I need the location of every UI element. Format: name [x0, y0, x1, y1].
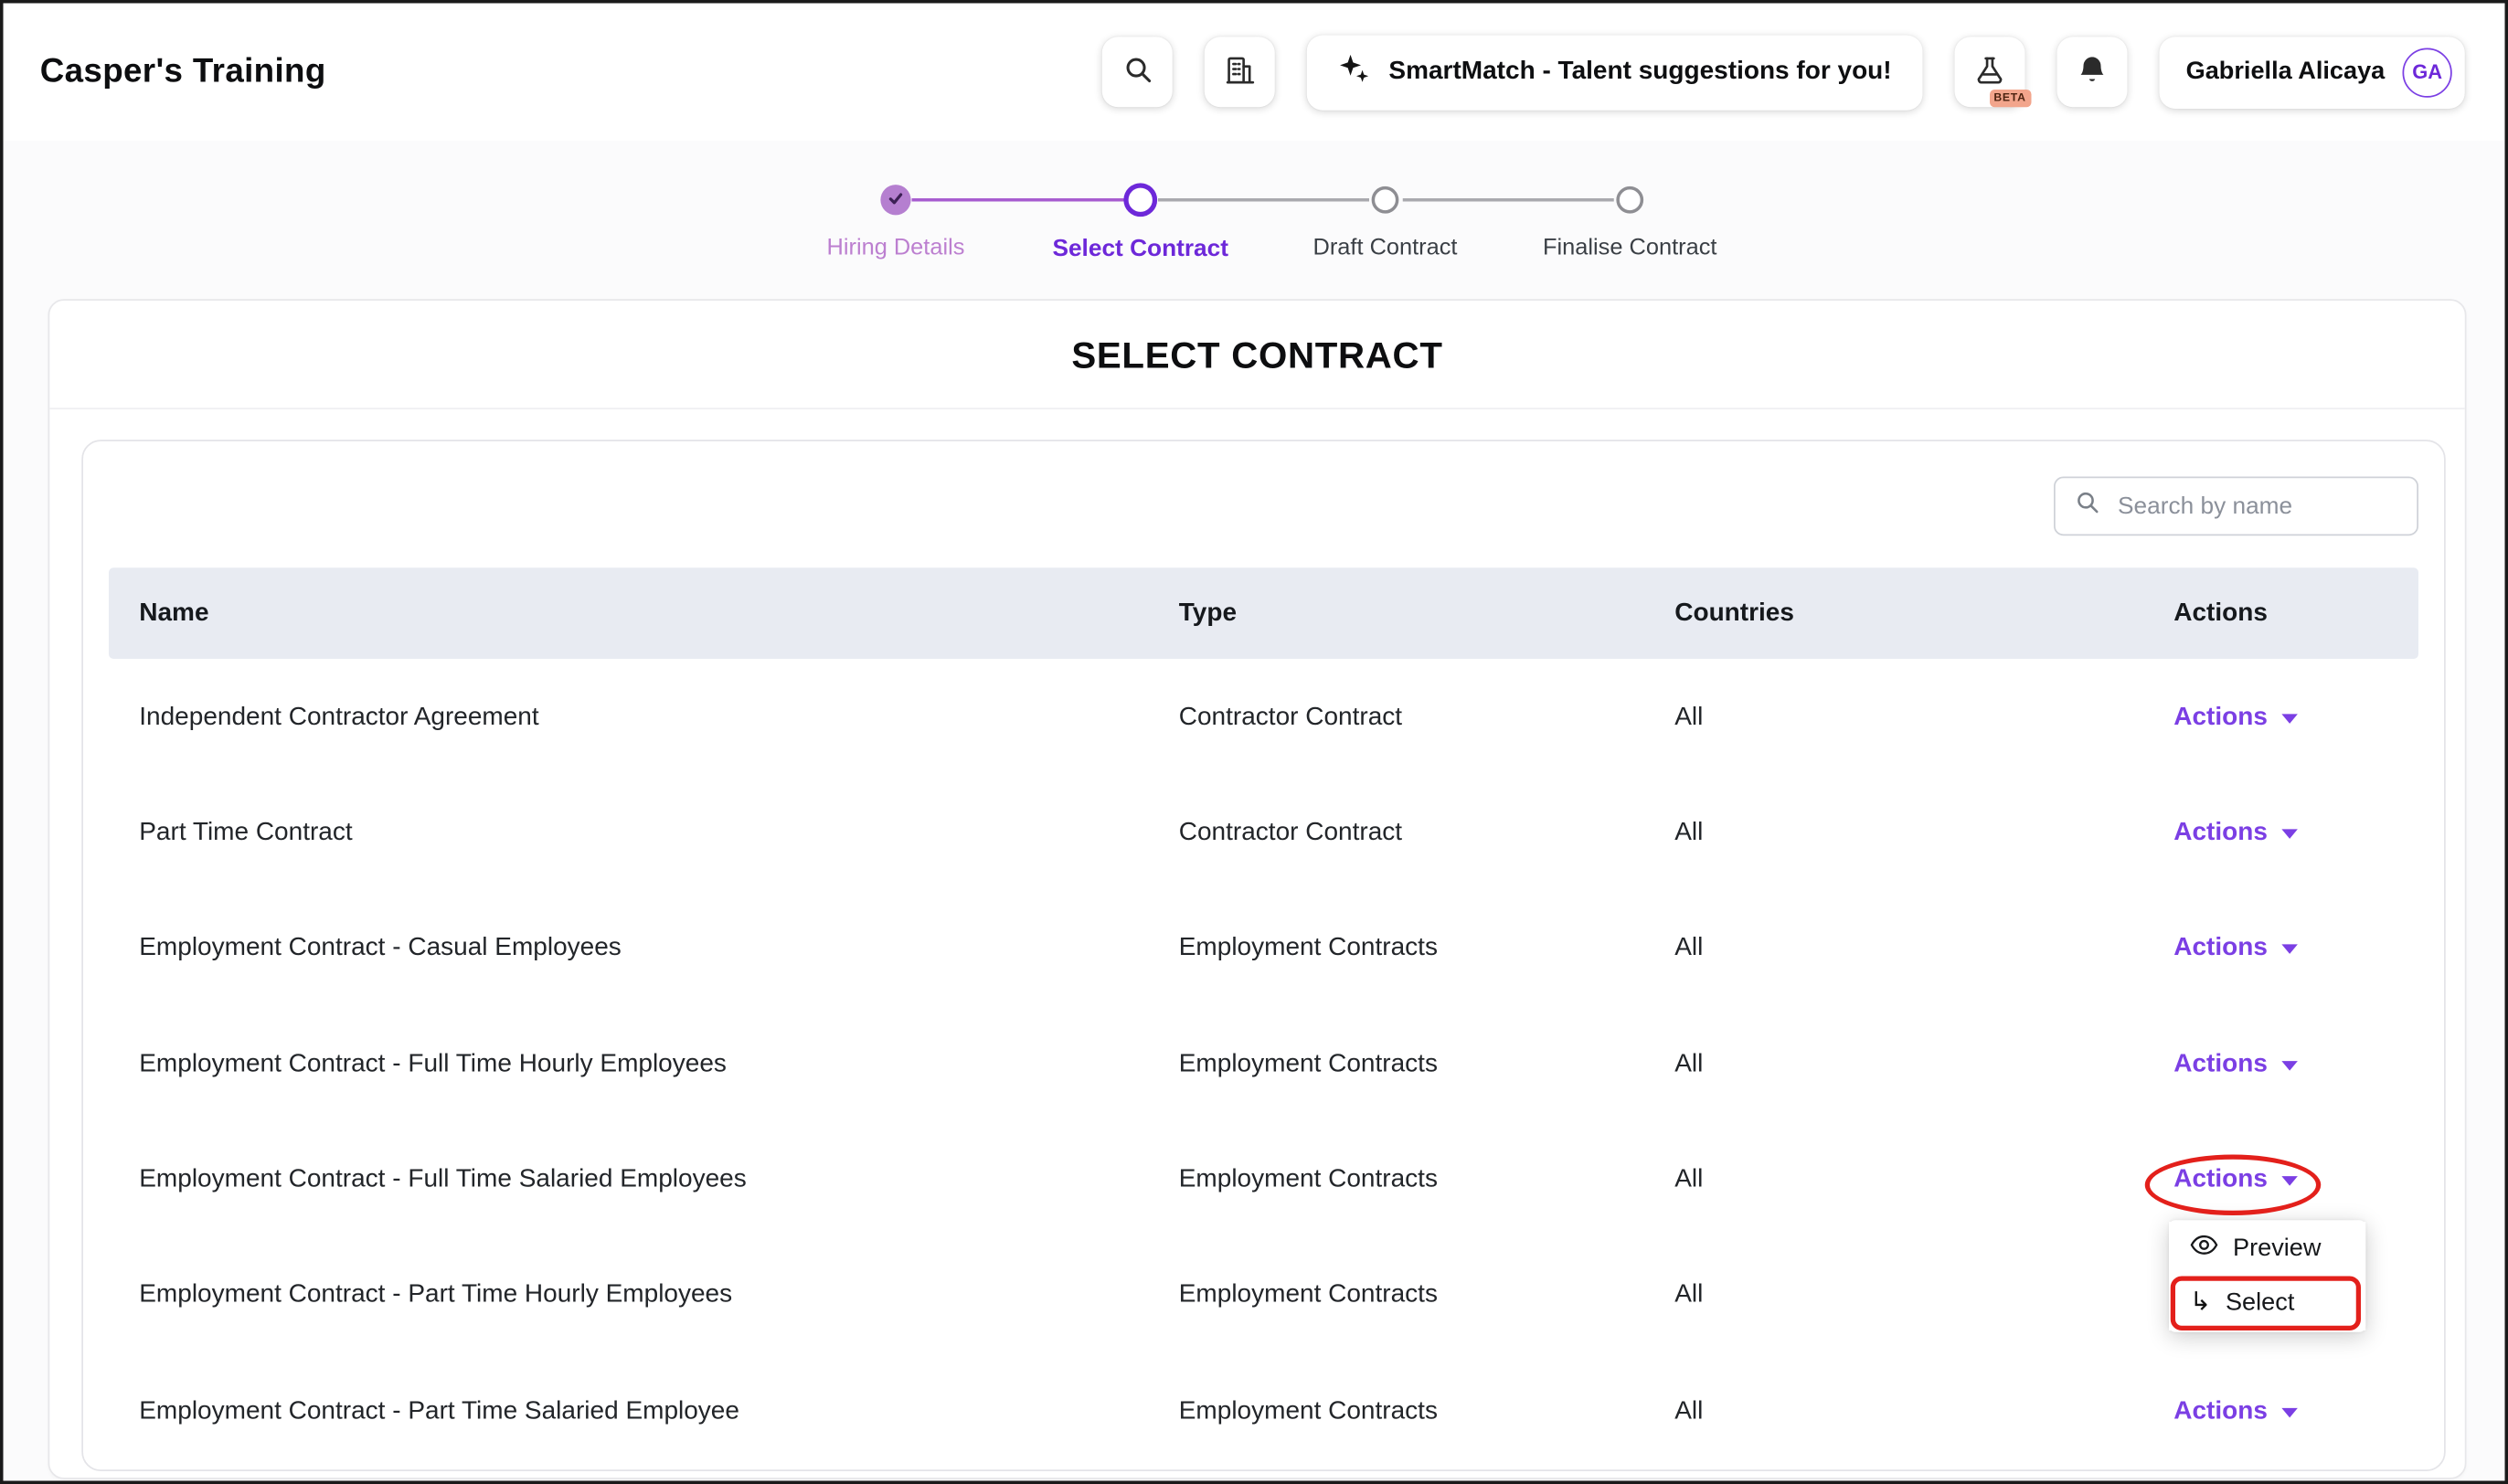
- search-button[interactable]: [1102, 37, 1173, 107]
- eye-icon: [2190, 1235, 2219, 1264]
- actions-label: Actions: [2173, 703, 2268, 732]
- step-draft-contract-dot[interactable]: [1372, 186, 1399, 214]
- row-actions-button[interactable]: Actions: [2173, 703, 2298, 732]
- step-connector: [912, 198, 1125, 202]
- table-row: Part Time Contract Contractor Contract A…: [109, 775, 2418, 891]
- search-icon: [1122, 55, 1153, 90]
- contract-countries: All: [1674, 819, 2173, 848]
- contract-countries: All: [1674, 935, 2173, 964]
- contract-name: Employment Contract - Full Time Hourly E…: [139, 1050, 1179, 1079]
- app-header: Casper's Training SmartMatch - Talent su…: [4, 4, 2505, 142]
- actions-label: Actions: [2173, 1166, 2268, 1195]
- menu-item-label: Preview: [2233, 1235, 2321, 1264]
- column-header-actions: Actions: [2173, 599, 2418, 629]
- actions-label: Actions: [2173, 935, 2268, 964]
- step-connector: [1158, 198, 1369, 202]
- smartmatch-label: SmartMatch - Talent suggestions for you!: [1388, 58, 1891, 87]
- page-title: SELECT CONTRACT: [49, 301, 2465, 409]
- row-actions-button[interactable]: Actions: [2173, 935, 2298, 964]
- check-icon: [887, 186, 904, 215]
- contract-countries: All: [1674, 1050, 2173, 1079]
- progress-stepper: Hiring Details Select Contract Draft Con…: [4, 141, 2505, 299]
- actions-label: Actions: [2173, 819, 2268, 848]
- contract-name: Independent Contractor Agreement: [139, 703, 1179, 732]
- beta-badge: BETA: [1989, 90, 2031, 107]
- avatar: GA: [2403, 48, 2452, 97]
- table-row: Employment Contract - Part Time Hourly E…: [109, 1238, 2418, 1354]
- row-actions-button[interactable]: Actions: [2173, 1397, 2298, 1426]
- arrow-branch-icon: ↳: [2190, 1290, 2211, 1316]
- chevron-down-icon: [2280, 1397, 2298, 1426]
- chevron-down-icon: [2280, 819, 2298, 848]
- table-header: Name Type Countries Actions: [109, 567, 2418, 660]
- step-select-contract-dot[interactable]: [1123, 183, 1157, 217]
- contract-type: Contractor Contract: [1179, 703, 1675, 732]
- step-connector: [1403, 198, 1614, 202]
- step-label-finalise-contract[interactable]: Finalise Contract: [1494, 235, 1767, 260]
- contract-type: Employment Contracts: [1179, 935, 1675, 964]
- actions-label: Actions: [2173, 1050, 2268, 1079]
- step-label-draft-contract[interactable]: Draft Contract: [1249, 235, 1522, 260]
- row-actions-button[interactable]: Actions: [2173, 819, 2298, 848]
- contract-name: Employment Contract - Full Time Salaried…: [139, 1166, 1179, 1195]
- search-row: [109, 477, 2418, 536]
- actions-label: Actions: [2173, 1397, 2268, 1426]
- step-label-hiring-details[interactable]: Hiring Details: [760, 235, 1032, 260]
- chevron-down-icon: [2280, 1166, 2298, 1195]
- table-row: Employment Contract - Full Time Hourly E…: [109, 1007, 2418, 1123]
- chevron-down-icon: [2280, 935, 2298, 964]
- search-input[interactable]: [2115, 491, 2401, 521]
- step-finalise-contract-dot[interactable]: [1616, 186, 1643, 214]
- row-actions-button[interactable]: Actions: [2173, 1050, 2298, 1079]
- user-menu[interactable]: Gabriella Alicaya GA: [2159, 36, 2465, 108]
- table-row: Employment Contract - Full Time Salaried…: [109, 1122, 2418, 1238]
- table-row: Employment Contract - Casual Employees E…: [109, 891, 2418, 1007]
- menu-item-select[interactable]: ↳ Select: [2169, 1277, 2365, 1331]
- column-header-countries: Countries: [1674, 599, 2173, 629]
- contract-type: Employment Contracts: [1179, 1050, 1675, 1079]
- chevron-down-icon: [2280, 1050, 2298, 1079]
- column-header-type: Type: [1179, 599, 1675, 629]
- building-icon: [1224, 54, 1256, 90]
- contract-countries: All: [1674, 703, 2173, 732]
- company-button[interactable]: [1205, 37, 1275, 107]
- header-actions: SmartMatch - Talent suggestions for you!…: [1102, 35, 2465, 110]
- chevron-down-icon: [2280, 703, 2298, 732]
- select-contract-card: SELECT CONTRACT Name Type Countries Acti…: [48, 299, 2467, 1479]
- column-header-name: Name: [139, 599, 1179, 629]
- sparkles-icon: [1337, 51, 1371, 93]
- notifications-button[interactable]: [2056, 37, 2127, 107]
- menu-item-preview[interactable]: Preview: [2169, 1222, 2365, 1277]
- flask-icon: [1973, 54, 2005, 90]
- contract-name: Employment Contract - Part Time Hourly E…: [139, 1282, 1179, 1311]
- table-row: Employment Contract - Part Time Salaried…: [109, 1354, 2418, 1470]
- contract-countries: All: [1674, 1166, 2173, 1195]
- user-name: Gabriella Alicaya: [2186, 58, 2386, 87]
- step-hiring-details-dot[interactable]: [880, 185, 910, 215]
- contract-type: Employment Contracts: [1179, 1397, 1675, 1426]
- contract-type: Contractor Contract: [1179, 819, 1675, 848]
- contract-countries: All: [1674, 1282, 2173, 1311]
- app-title: Casper's Training: [40, 53, 326, 91]
- contract-countries: All: [1674, 1397, 2173, 1426]
- table-row: Independent Contractor Agreement Contrac…: [109, 660, 2418, 776]
- contract-name: Employment Contract - Casual Employees: [139, 935, 1179, 964]
- smartmatch-button[interactable]: SmartMatch - Talent suggestions for you!: [1307, 35, 1922, 110]
- step-label-select-contract[interactable]: Select Contract: [1004, 235, 1277, 262]
- screenshot-frame: Casper's Training SmartMatch - Talent su…: [0, 0, 2508, 1484]
- contracts-panel: Name Type Countries Actions Independent …: [81, 440, 2446, 1471]
- magnifier-icon: [2075, 490, 2100, 524]
- actions-dropdown-menu: Preview ↳ Select: [2169, 1220, 2365, 1332]
- row-actions-button-open[interactable]: Actions: [2173, 1166, 2298, 1195]
- contract-name: Part Time Contract: [139, 819, 1179, 848]
- contract-name: Employment Contract - Part Time Salaried…: [139, 1397, 1179, 1426]
- menu-item-label: Select: [2226, 1289, 2294, 1319]
- labs-beta-button[interactable]: BETA: [1954, 37, 2024, 107]
- bell-icon: [2076, 54, 2108, 90]
- search-by-name[interactable]: [2054, 477, 2418, 536]
- contract-type: Employment Contracts: [1179, 1282, 1675, 1311]
- contract-type: Employment Contracts: [1179, 1166, 1675, 1195]
